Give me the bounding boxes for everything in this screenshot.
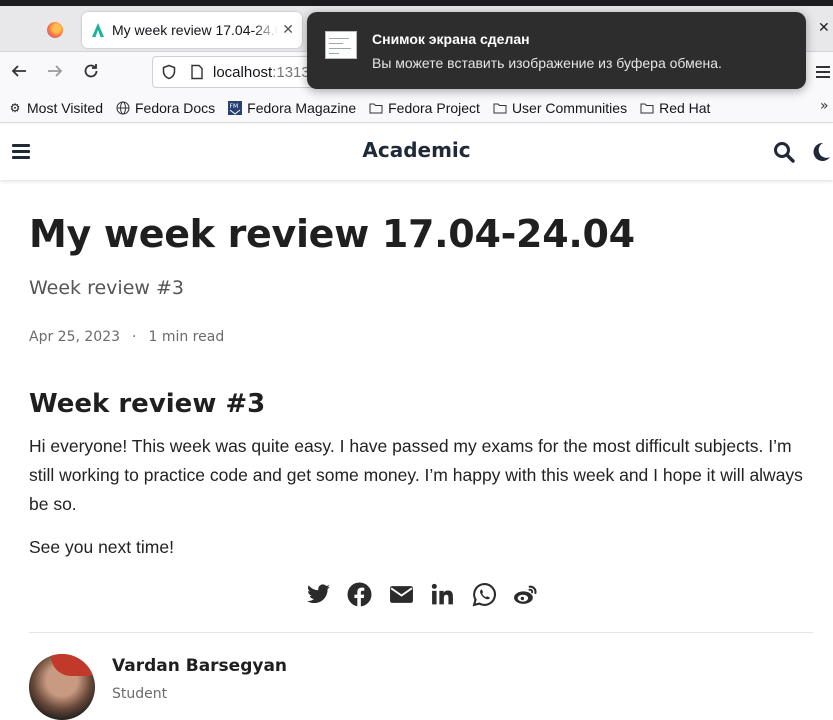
screenshot-notification[interactable]: Снимок экрана сделан Вы можете вставить … — [307, 12, 806, 89]
url-bar[interactable]: localhost:1313 — [152, 56, 332, 88]
article-meta: Apr 25, 2023 · 1 min read — [29, 329, 224, 345]
bookmark-label: Most Visited — [27, 100, 103, 116]
bookmark-label: Red Hat — [659, 100, 711, 116]
bookmark-red-hat[interactable]: Red Hat — [640, 100, 710, 116]
read-time: 1 min read — [148, 329, 225, 345]
avatar[interactable] — [29, 654, 95, 720]
url-text: localhost:1313 — [213, 64, 310, 81]
facebook-icon[interactable] — [346, 580, 374, 608]
globe-icon — [116, 101, 130, 115]
notification-body: Вы можете вставить изображение из буфера… — [372, 55, 722, 71]
folder-icon — [640, 101, 654, 115]
moon-icon[interactable] — [810, 141, 832, 163]
article-paragraph: Hi everyone! This week was quite easy. I… — [29, 436, 803, 514]
bookmark-fedora-project[interactable]: Fedora Project — [369, 100, 480, 116]
shield-icon[interactable] — [161, 64, 177, 80]
whatsapp-icon[interactable] — [470, 580, 498, 608]
tab-title: My week review 17.04-24.04 | Academic — [112, 22, 278, 38]
app-menu-icon[interactable] — [816, 63, 830, 81]
reload-button[interactable] — [80, 62, 102, 84]
gear-icon: ⚙ — [9, 101, 21, 115]
meta-separator: · — [132, 329, 137, 345]
firefox-view-tab[interactable] — [36, 14, 74, 46]
forward-button[interactable] — [44, 62, 66, 84]
bookmarks-overflow-icon[interactable]: » — [820, 98, 829, 114]
site-brand[interactable]: Academic — [0, 138, 833, 162]
url-port: :1313 — [272, 63, 310, 81]
folder-icon — [493, 101, 507, 115]
bookmark-fedora-docs[interactable]: Fedora Docs — [116, 100, 215, 116]
bookmark-most-visited[interactable]: ⚙ Most Visited — [8, 100, 103, 116]
svg-text:FM: FM — [230, 103, 239, 110]
window-top-strip — [0, 0, 833, 6]
article-date: Apr 25, 2023 — [29, 329, 121, 345]
reload-icon — [84, 64, 98, 78]
article-subtitle: Week review #3 — [29, 277, 184, 299]
folder-icon — [369, 101, 383, 115]
bookmarks-toolbar: ⚙ Most Visited Fedora Docs FM Fedora Mag… — [0, 94, 833, 123]
author-divider — [29, 632, 813, 633]
back-arrow-icon — [11, 65, 26, 77]
author-role: Student — [112, 686, 168, 702]
back-button[interactable] — [8, 62, 30, 84]
academic-favicon-icon — [92, 23, 104, 37]
fm-icon: FM — [228, 101, 243, 115]
content-heading: Week review #3 — [29, 389, 266, 419]
email-icon[interactable] — [387, 580, 415, 608]
page-info-icon[interactable] — [189, 64, 205, 80]
site-header: Academic — [0, 124, 833, 180]
linkedin-icon[interactable] — [429, 580, 457, 608]
bookmark-label: Fedora Docs — [135, 100, 216, 116]
bookmark-label: Fedora Project — [388, 100, 480, 116]
share-bar — [304, 580, 553, 608]
weibo-icon[interactable] — [512, 580, 540, 608]
article-title: My week review 17.04-24.04 — [29, 212, 635, 256]
bookmark-user-communities[interactable]: User Communities — [493, 100, 627, 116]
forward-arrow-icon — [48, 65, 63, 77]
tab-close-icon[interactable]: ✕ — [282, 22, 294, 38]
author-name[interactable]: Vardan Barsegyan — [112, 656, 287, 676]
notification-title: Снимок экрана сделан — [372, 31, 530, 47]
screenshot-thumbnail — [325, 31, 357, 59]
bookmark-label: Fedora Magazine — [247, 100, 357, 116]
url-host: localhost — [213, 63, 273, 81]
twitter-icon[interactable] — [304, 580, 332, 608]
browser-tab-active[interactable]: My week review 17.04-24.04 | Academic ✕ — [82, 12, 302, 48]
search-icon[interactable] — [773, 141, 795, 163]
bookmark-fedora-magazine[interactable]: FM Fedora Magazine — [228, 100, 356, 116]
article-closing: See you next time! — [29, 537, 174, 557]
window-close-icon[interactable]: ✕ — [818, 20, 830, 36]
bookmark-label: User Communities — [511, 100, 628, 116]
firefox-icon — [47, 22, 63, 38]
